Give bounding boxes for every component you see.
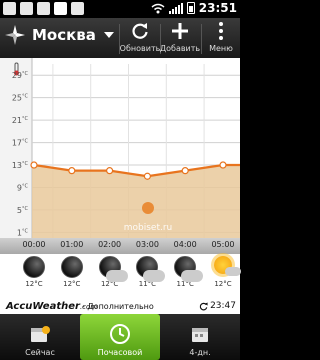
moon-icon [16,256,52,278]
forecast-slot: 12°C [92,256,128,288]
calendar-icon [192,328,208,342]
forecast-slot: 12°C [16,256,52,288]
data-point [181,167,189,175]
refresh-icon [199,301,208,310]
x-tick-label: 03:00 [135,240,159,249]
status-time: 23:51 [198,1,237,15]
calendar-sun-icon [31,326,50,342]
forecast-icons-row: 12°C 12°C 12°C 11°C 11°C 12°C [0,254,241,300]
location-name: Москва [32,26,96,44]
data-point [105,167,114,175]
more-vert-icon [219,22,223,40]
forecast-slot: 12°C [54,256,90,288]
data-point [68,167,76,175]
brand-bar: AccuWeather.com - Дополнительно 23:47 [0,300,240,314]
location-selector[interactable]: Москва [4,24,114,46]
tab-hourly-label: Почасовой [97,348,143,357]
tab-hourly[interactable]: Почасовой [80,314,160,360]
data-point [219,161,227,169]
notification-icon [54,2,67,15]
chart-canvas: 29°C25°C21°C17°C13°C9°C5°C1°C mobiset.ru [0,58,243,238]
menu-button[interactable]: Меню [203,18,239,58]
forecast-temp: 12°C [214,280,232,288]
moon-cloud-icon [167,256,204,282]
menu-label: Меню [209,44,233,53]
sun-cloud-icon [205,256,241,278]
forecast-slot: 11°C [129,256,166,288]
data-point [143,172,151,180]
last-updated-time: 23:47 [210,301,236,311]
hourly-temperature-chart[interactable]: 29°C 25°C 21°C 17°C 13°C 9°C 5°C 1°C mobiset.ru [0,58,243,238]
notification-icon [3,2,16,15]
divider [201,24,202,54]
tab-now[interactable]: Сейчас [0,314,80,360]
x-tick-label: 00:00 [22,240,46,249]
last-updated: 23:47 [199,301,236,311]
toolbar: Москва Обновить Добавить Меню [0,18,240,58]
forecast-temp: 12°C [63,280,81,288]
forecast-slot: 12°C [205,256,241,288]
notification-icon [20,2,33,15]
x-tick-label: 02:00 [98,240,122,249]
plus-icon [172,23,188,39]
battery-icon [186,2,195,14]
add-button[interactable]: Добавить [159,18,201,58]
watermark: mobiset.ru [124,223,173,233]
bottom-navigation: Сейчас Почасовой 4-дн. [0,314,240,360]
chevron-down-icon [103,32,114,38]
add-label: Добавить [159,44,201,53]
clock-icon [110,324,130,344]
tab-now-label: Сейчас [25,348,55,357]
compass-icon [5,25,25,45]
status-bar: 23:51 [0,0,240,18]
x-tick-label: 05:00 [211,240,235,249]
notification-icon [71,2,84,15]
signal-icon [168,2,183,14]
notification-icon [37,2,50,15]
moon-cloud-icon [129,256,166,282]
watermark-logo [142,202,154,214]
more-link[interactable]: - Дополнительно [82,302,154,311]
refresh-icon [132,23,148,39]
x-tick-label: 01:00 [60,240,84,249]
refresh-button[interactable]: Обновить [119,18,161,58]
moon-icon [54,256,90,278]
forecast-slot: 11°C [167,256,204,288]
time-axis: 00:00 01:00 02:00 03:00 04:00 05:00 [0,238,240,254]
moon-cloud-icon [92,256,128,282]
tab-4-day-label: 4-дн. [189,348,211,357]
tab-4-day[interactable]: 4-дн. [160,314,240,360]
notification-icons [3,2,84,15]
wifi-icon [151,3,165,13]
x-tick-label: 04:00 [173,240,197,249]
refresh-label: Обновить [119,44,161,53]
forecast-temp: 12°C [25,280,43,288]
data-point [30,161,38,169]
